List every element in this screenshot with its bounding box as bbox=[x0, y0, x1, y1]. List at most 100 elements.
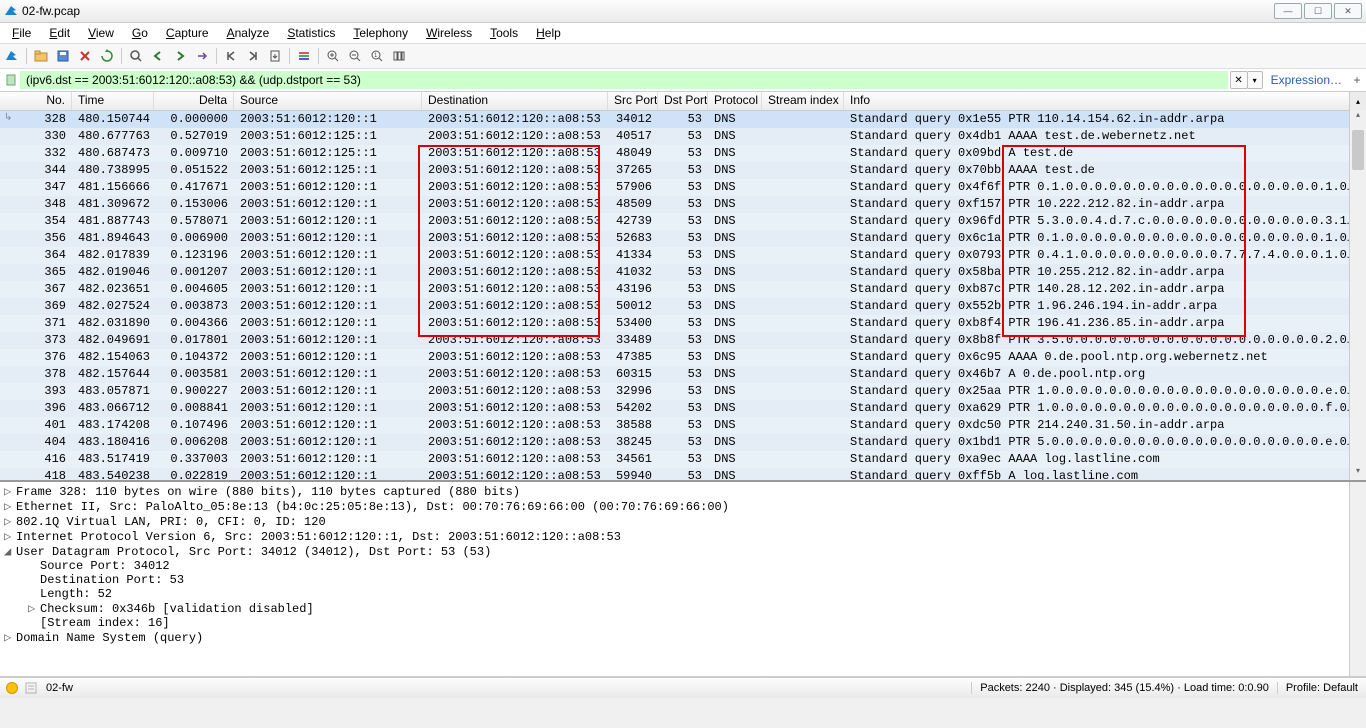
menu-analyze[interactable]: Analyze bbox=[219, 25, 278, 41]
cell bbox=[762, 264, 844, 281]
cell: 0.153006 bbox=[154, 196, 234, 213]
zoom-in-icon[interactable] bbox=[323, 46, 343, 66]
scroll-down-arrow-icon[interactable]: ▾ bbox=[1350, 466, 1366, 480]
packet-row[interactable]: 330480.6777630.5270192003:51:6012:125::1… bbox=[0, 128, 1366, 145]
filter-history-dropdown[interactable]: ▾ bbox=[1248, 71, 1263, 89]
go-forward-icon[interactable] bbox=[170, 46, 190, 66]
packet-row[interactable]: 365482.0190460.0012072003:51:6012:120::1… bbox=[0, 264, 1366, 281]
tree-collapsed-icon[interactable]: ▷ bbox=[4, 529, 16, 544]
scroll-up-icon[interactable]: ▴ bbox=[1349, 92, 1366, 110]
resize-columns-icon[interactable] bbox=[389, 46, 409, 66]
col-header-time[interactable]: Time bbox=[72, 92, 154, 110]
colorize-icon[interactable] bbox=[294, 46, 314, 66]
reload-icon[interactable] bbox=[97, 46, 117, 66]
packet-row[interactable]: 356481.8946430.0069002003:51:6012:120::1… bbox=[0, 230, 1366, 247]
zoom-reset-icon[interactable]: 1 bbox=[367, 46, 387, 66]
tree-collapsed-icon[interactable]: ▷ bbox=[28, 601, 40, 616]
close-button[interactable]: ✕ bbox=[1334, 3, 1362, 19]
col-header-delta[interactable]: Delta bbox=[154, 92, 234, 110]
add-filter-button[interactable]: + bbox=[1350, 73, 1364, 87]
col-header-proto[interactable]: Protocol bbox=[708, 92, 762, 110]
packet-row[interactable]: 332480.6874730.0097102003:51:6012:125::1… bbox=[0, 145, 1366, 162]
tree-node[interactable]: ▷Internet Protocol Version 6, Src: 2003:… bbox=[4, 529, 1362, 544]
tree-expanded-icon[interactable]: ◢ bbox=[4, 544, 16, 559]
cell: 0.051522 bbox=[154, 162, 234, 179]
tree-node[interactable]: Length: 52 bbox=[4, 587, 1362, 601]
expression-button[interactable]: Expression… bbox=[1263, 73, 1350, 87]
go-last-icon[interactable] bbox=[243, 46, 263, 66]
display-filter-input[interactable] bbox=[20, 71, 1228, 89]
tree-node[interactable]: ◢User Datagram Protocol, Src Port: 34012… bbox=[4, 544, 1362, 559]
tree-node[interactable]: ▷Checksum: 0x346b [validation disabled] bbox=[4, 601, 1362, 616]
tree-collapsed-icon[interactable]: ▷ bbox=[4, 630, 16, 645]
tree-node[interactable]: Source Port: 34012 bbox=[4, 559, 1362, 573]
col-header-no[interactable]: No. bbox=[0, 92, 72, 110]
packet-row[interactable]: 376482.1540630.1043722003:51:6012:120::1… bbox=[0, 349, 1366, 366]
packet-row[interactable]: 348481.3096720.1530062003:51:6012:120::1… bbox=[0, 196, 1366, 213]
packet-row[interactable]: 416483.5174190.3370032003:51:6012:120::1… bbox=[0, 451, 1366, 468]
col-header-stream[interactable]: Stream index bbox=[762, 92, 844, 110]
packet-row[interactable]: 364482.0178390.1231962003:51:6012:120::1… bbox=[0, 247, 1366, 264]
tree-collapsed-icon[interactable]: ▷ bbox=[4, 484, 16, 499]
packet-row[interactable]: 393483.0578710.9002272003:51:6012:120::1… bbox=[0, 383, 1366, 400]
maximize-button[interactable]: ☐ bbox=[1304, 3, 1332, 19]
tree-collapsed-icon[interactable]: ▷ bbox=[4, 499, 16, 514]
status-profile[interactable]: Profile: Default bbox=[1277, 682, 1366, 694]
packet-row[interactable]: 344480.7389950.0515222003:51:6012:125::1… bbox=[0, 162, 1366, 179]
menu-wireless[interactable]: Wireless bbox=[418, 25, 480, 41]
minimize-button[interactable]: — bbox=[1274, 3, 1302, 19]
packet-list-scrollbar[interactable]: ▴ ▾ bbox=[1349, 110, 1366, 480]
tree-node[interactable]: ▷Frame 328: 110 bytes on wire (880 bits)… bbox=[4, 484, 1362, 499]
packet-row[interactable]: 347481.1566660.4176712003:51:6012:120::1… bbox=[0, 179, 1366, 196]
tree-collapsed-icon[interactable]: ▷ bbox=[4, 514, 16, 529]
packet-row[interactable]: 369482.0275240.0038732003:51:6012:120::1… bbox=[0, 298, 1366, 315]
menu-go[interactable]: Go bbox=[124, 25, 156, 41]
scroll-up-arrow-icon[interactable]: ▴ bbox=[1350, 110, 1366, 124]
close-file-icon[interactable] bbox=[75, 46, 95, 66]
save-icon[interactable] bbox=[53, 46, 73, 66]
go-back-icon[interactable] bbox=[148, 46, 168, 66]
col-header-dest[interactable]: Destination bbox=[422, 92, 608, 110]
menu-statistics[interactable]: Statistics bbox=[279, 25, 343, 41]
menu-edit[interactable]: Edit bbox=[41, 25, 78, 41]
auto-scroll-icon[interactable] bbox=[265, 46, 285, 66]
packet-row[interactable]: 418483.5402380.0228192003:51:6012:120::1… bbox=[0, 468, 1366, 482]
menu-telephony[interactable]: Telephony bbox=[345, 25, 416, 41]
packet-row[interactable]: 373482.0496910.0178012003:51:6012:120::1… bbox=[0, 332, 1366, 349]
cell bbox=[762, 400, 844, 417]
menu-tools[interactable]: Tools bbox=[482, 25, 526, 41]
scrollbar-thumb[interactable] bbox=[1352, 130, 1364, 170]
tree-node[interactable]: [Stream index: 16] bbox=[4, 616, 1362, 630]
packet-row[interactable]: 371482.0318900.0043662003:51:6012:120::1… bbox=[0, 315, 1366, 332]
packet-row[interactable]: 378482.1576440.0035812003:51:6012:120::1… bbox=[0, 366, 1366, 383]
tree-node[interactable]: ▷802.1Q Virtual LAN, PRI: 0, CFI: 0, ID:… bbox=[4, 514, 1362, 529]
open-file-icon[interactable] bbox=[31, 46, 51, 66]
go-first-icon[interactable] bbox=[221, 46, 241, 66]
menu-capture[interactable]: Capture bbox=[158, 25, 217, 41]
tree-node[interactable]: ▷Domain Name System (query) bbox=[4, 630, 1362, 645]
bookmark-filter-icon[interactable] bbox=[2, 71, 20, 89]
menu-view[interactable]: View bbox=[80, 25, 122, 41]
zoom-out-icon[interactable] bbox=[345, 46, 365, 66]
tree-node[interactable]: Destination Port: 53 bbox=[4, 573, 1362, 587]
go-to-packet-icon[interactable] bbox=[192, 46, 212, 66]
capture-file-properties-icon[interactable] bbox=[24, 681, 38, 695]
menu-file[interactable]: File bbox=[4, 25, 39, 41]
packet-row[interactable]: 367482.0236510.0046052003:51:6012:120::1… bbox=[0, 281, 1366, 298]
col-header-info[interactable]: Info bbox=[844, 92, 1366, 110]
tree-node[interactable]: ▷Ethernet II, Src: PaloAlto_05:8e:13 (b4… bbox=[4, 499, 1362, 514]
cell: 2003:51:6012:120::1 bbox=[234, 213, 422, 230]
packet-row[interactable]: 396483.0667120.0088412003:51:6012:120::1… bbox=[0, 400, 1366, 417]
menu-help[interactable]: Help bbox=[528, 25, 569, 41]
details-scrollbar[interactable] bbox=[1349, 482, 1366, 676]
packet-row[interactable]: 404483.1804160.0062082003:51:6012:120::1… bbox=[0, 434, 1366, 451]
packet-row[interactable]: 401483.1742080.1074962003:51:6012:120::1… bbox=[0, 417, 1366, 434]
packet-row[interactable]: 328480.1507440.0000002003:51:6012:120::1… bbox=[0, 111, 1366, 128]
clear-filter-button[interactable]: ✕ bbox=[1230, 71, 1248, 89]
expert-info-led-icon[interactable] bbox=[6, 682, 18, 694]
packet-row[interactable]: 354481.8877430.5780712003:51:6012:120::1… bbox=[0, 213, 1366, 230]
col-header-dstport[interactable]: Dst Port bbox=[658, 92, 708, 110]
find-icon[interactable] bbox=[126, 46, 146, 66]
col-header-srcport[interactable]: Src Port bbox=[608, 92, 658, 110]
col-header-source[interactable]: Source bbox=[234, 92, 422, 110]
